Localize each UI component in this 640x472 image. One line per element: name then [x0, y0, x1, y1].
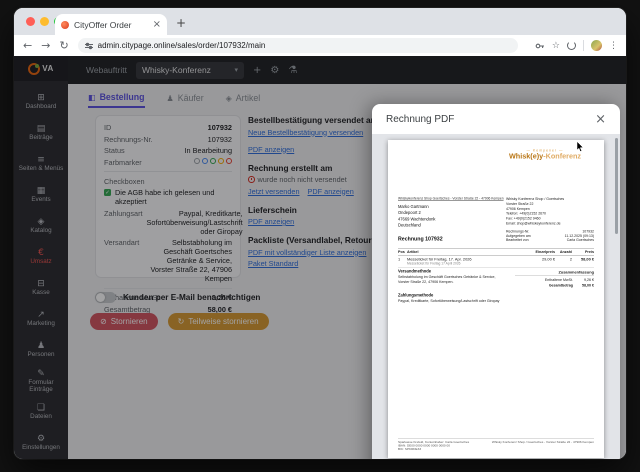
pdf-item-row: 1 Messeticket für Freitag, 17. Apr. 2026… [398, 256, 594, 269]
screenshot: CityOffer Order × + ← → ↻ admin.citypage… [0, 0, 640, 472]
browser-menu-icon[interactable]: ⋮ [609, 41, 618, 51]
profile-avatar[interactable] [591, 40, 602, 51]
forward-icon[interactable]: → [41, 39, 50, 52]
bookmark-star-icon[interactable]: ☆ [552, 41, 560, 51]
browser-tabstrip: CityOffer Order × + [14, 8, 626, 35]
pdf-payment-method: Zahlungsmethode Paypal, Kreditkarte, Sof… [398, 293, 548, 303]
toolbar-divider [583, 40, 584, 51]
new-tab-button[interactable]: + [176, 16, 186, 30]
pdf-doc-title: Rechnung 107932 [398, 236, 443, 242]
site-settings-icon[interactable] [85, 42, 93, 50]
url-text: admin.citypage.online/sales/order/107932… [98, 41, 266, 50]
close-window-button[interactable] [26, 17, 35, 26]
pdf-scrollbar[interactable] [615, 138, 618, 234]
browser-tab[interactable]: CityOffer Order × [55, 14, 167, 35]
pdf-page: — Kempener — Whisk(e)y-Konferenz Whiskyk… [388, 140, 604, 458]
pdf-company-block: Whisky Konferenz Shop / Goertsches Vorst… [506, 197, 564, 226]
browser-window: CityOffer Order × + ← → ↻ admin.citypage… [14, 8, 626, 459]
pdf-footer: Sparkasse Krefeld, Kontoinhaber: Carla G… [398, 439, 594, 452]
minimize-window-button[interactable] [40, 17, 49, 26]
drawer-title: Rechnung PDF [386, 114, 454, 125]
pdf-shipping-method: Versandmethode Selbstabholung im Geschäf… [398, 269, 506, 284]
address-bar[interactable]: admin.citypage.online/sales/order/107932… [78, 38, 518, 53]
tab-favicon-icon [61, 21, 69, 29]
pdf-sender-line: Whiskykonferenz Shop Goertsches - Vorste… [398, 197, 504, 201]
mouse-cursor-icon [576, 141, 585, 152]
browser-toolbar: ← → ↻ admin.citypage.online/sales/order/… [14, 35, 626, 56]
app-region: VA ⊞Dashboard ▤Beiträge ≡Seiten & Menüs … [14, 56, 626, 459]
tab-title: CityOffer Order [74, 20, 148, 30]
passwords-key-icon[interactable] [535, 41, 545, 51]
tab-close-icon[interactable]: × [153, 20, 161, 30]
pdf-items-table: Pos Artikel Einzelpreis Anzahl Preis 1 M… [398, 248, 594, 268]
pdf-recipient: Marko Gartmann Ondepoort 2 47669 Wachten… [398, 204, 435, 229]
pdf-summary: Zusammenfassung Enthaltene MwSt.9,26 € G… [515, 270, 594, 288]
extensions-icon[interactable] [567, 41, 576, 50]
pdf-meta: Rechnungs-Nr.107932 Aufgegeben am11.12.2… [506, 230, 594, 243]
pdf-viewer: — Kempener — Whisk(e)y-Konferenz Whiskyk… [372, 134, 620, 459]
back-icon[interactable]: ← [23, 39, 32, 52]
drawer-header: Rechnung PDF × [372, 104, 620, 134]
close-icon[interactable]: × [595, 113, 606, 126]
invoice-pdf-drawer: Rechnung PDF × — Kempener — Whisk(e)y-Ko… [372, 104, 620, 459]
reload-icon[interactable]: ↻ [59, 39, 68, 52]
